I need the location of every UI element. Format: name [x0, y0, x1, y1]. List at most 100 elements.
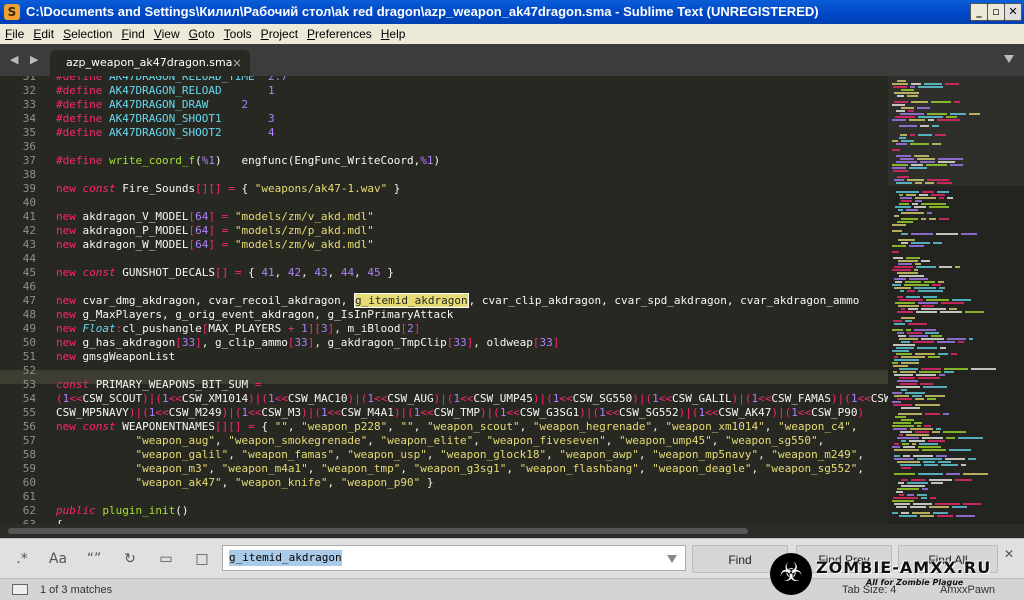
minimap-stroke — [894, 278, 906, 280]
code-line[interactable]: (1<<CSW_SCOUT)|(1<<CSW_XM1014)|(1<<CSW_M… — [56, 392, 888, 406]
code-line[interactable]: #define AK47DRAGON_SHOOT1 3 — [56, 112, 275, 126]
minimap-stroke — [916, 374, 936, 376]
minimap-stroke — [892, 512, 898, 514]
minimap-stroke — [920, 161, 935, 163]
minimap-stroke — [940, 347, 946, 349]
in-selection-toggle-button[interactable]: ▭ — [152, 547, 180, 571]
menu-find[interactable]: Find — [116, 24, 148, 44]
minimap-stroke — [897, 272, 918, 274]
code-line[interactable]: new g_has_akdragon[33], g_clip_ammo[33],… — [56, 336, 559, 350]
minimap-stroke — [937, 182, 952, 184]
minimap-stroke — [929, 506, 949, 508]
minimap-stroke — [893, 257, 903, 259]
code-line[interactable]: "weapon_galil", "weapon_famas", "weapon_… — [56, 448, 864, 462]
code-line[interactable]: new gmsgWeaponList — [56, 350, 175, 364]
code-line[interactable]: new akdragon_V_MODEL[64] = "models/zm/v_… — [56, 210, 374, 224]
menu-edit[interactable]: Edit — [28, 24, 58, 44]
code-line[interactable]: new akdragon_W_MODEL[64] = "models/zm/w_… — [56, 238, 374, 252]
tab-azp-weapon-ak47dragon[interactable]: azp_weapon_ak47dragon.sma × — [50, 50, 250, 76]
regex-toggle-button[interactable]: .* — [8, 547, 36, 571]
tab-list-dropdown-icon[interactable] — [1004, 55, 1014, 63]
code-line[interactable]: #define write_coord_f(%1) engfunc(EngFun… — [56, 154, 440, 168]
minimap-stroke — [911, 233, 933, 235]
minimap-stroke — [900, 431, 912, 433]
find-input[interactable]: g_itemid_akdragon — [222, 545, 686, 571]
minimap-stroke — [922, 191, 934, 193]
code-line[interactable]: #define AK47DRAGON_SHOOT2 4 — [56, 126, 275, 140]
code-line[interactable]: #define AK47DRAGON_DRAW 2 — [56, 98, 248, 112]
menu-tools[interactable]: Tools — [219, 24, 256, 44]
code-line[interactable]: "weapon_ak47", "weapon_knife", "weapon_p… — [56, 476, 433, 490]
minimap-stroke — [893, 170, 908, 172]
minimap-stroke — [922, 449, 946, 451]
whole-word-toggle-button[interactable]: “” — [80, 547, 108, 571]
menu-preferences[interactable]: Preferences — [302, 24, 376, 44]
minimap-stroke — [894, 455, 900, 457]
minimap-stroke — [908, 323, 927, 325]
tab-nav-arrows-icon[interactable]: ◀ ▶ — [10, 53, 42, 67]
menu-view[interactable]: View — [149, 24, 184, 44]
minimap-stroke — [900, 197, 912, 199]
horizontal-scrollbar[interactable] — [0, 524, 1024, 538]
code-line[interactable]: new cvar_dmg_akdragon, cvar_recoil_akdra… — [56, 293, 859, 308]
minimap-stroke — [944, 371, 954, 373]
minimize-button[interactable]: _ — [970, 3, 988, 21]
maximize-button[interactable]: ▫ — [987, 3, 1005, 21]
title-bar: S C:\Documents and Settings\Килил\Рабочи… — [0, 0, 1024, 24]
find-history-dropdown-icon[interactable] — [667, 555, 677, 563]
code-line[interactable]: #define AK47DRAGON_RELOAD_TIME 2.7 — [56, 76, 288, 84]
code-line[interactable]: new Float:cl_pushangle[MAX_PLAYERS + 1][… — [56, 322, 420, 336]
minimap-stroke — [892, 230, 902, 232]
minimap-stroke — [936, 233, 958, 235]
minimap-stroke — [914, 422, 922, 424]
menu-help[interactable]: Help — [376, 24, 410, 44]
minimap-stroke — [892, 119, 906, 121]
minimap-stroke — [901, 218, 918, 220]
horizontal-scrollbar-thumb[interactable] — [8, 528, 748, 534]
minimap-stroke — [901, 485, 925, 487]
minimap-stroke — [952, 299, 971, 301]
code-line[interactable]: new const WEAPONENTNAMES[][] = { "", "we… — [56, 420, 857, 434]
minimap-stroke — [905, 392, 925, 394]
code-line[interactable]: new const Fire_Sounds[][] = { "weapons/a… — [56, 182, 400, 196]
minimap-stroke — [949, 308, 957, 310]
minimap-stroke — [895, 416, 906, 418]
code-line[interactable]: new g_MaxPlayers, g_orig_event_akdragon,… — [56, 308, 453, 322]
code-line[interactable]: new const GUNSHOT_DECALS[] = { 41, 42, 4… — [56, 266, 394, 280]
minimap-stroke — [918, 116, 943, 118]
minimap-stroke — [933, 512, 948, 514]
code-line[interactable]: #define AK47DRAGON_RELOAD 1 — [56, 84, 275, 98]
watermark-slogan: All for Zombie Plague — [866, 578, 964, 587]
minimap-stroke — [892, 446, 900, 448]
code-line[interactable]: "weapon_aug", "weapon_smokegrenade", "we… — [56, 434, 824, 448]
minimap-stroke — [916, 311, 937, 313]
menu-file[interactable]: File — [0, 24, 28, 44]
minimap-stroke — [893, 428, 907, 430]
code-line[interactable]: const PRIMARY_WEAPONS_BIT_SUM = — [56, 378, 261, 392]
code-line[interactable]: "weapon_m3", "weapon_m4a1", "weapon_tmp"… — [56, 462, 864, 476]
menu-selection[interactable]: Selection — [58, 24, 116, 44]
code-editor[interactable]: 31 32 33 34 35 36 37 38 39 40 41 42 43 44 45 46 47 48 49 50… — [0, 76, 1024, 524]
code-line[interactable]: CSW_MP5NAVY)|(1<<CSW_M249)|(1<<CSW_M3)|(… — [56, 406, 864, 420]
code-line[interactable]: public plugin_init() — [56, 504, 188, 518]
code-area[interactable]: #define AK47DRAGON_RELOAD_TIME 2.7 #defin… — [56, 76, 888, 524]
minimap-stroke — [911, 479, 926, 481]
wrap-toggle-button[interactable]: ↻ — [116, 547, 144, 571]
minimap-stroke — [894, 458, 914, 460]
close-window-button[interactable]: ✕ — [1004, 3, 1022, 21]
menu-project[interactable]: Project — [256, 24, 302, 44]
minimap-stroke — [892, 245, 906, 247]
panel-toggle-icon[interactable] — [12, 584, 28, 595]
minimap-stroke — [893, 371, 897, 373]
minimap-stroke — [893, 422, 911, 424]
minimap-stroke — [899, 203, 909, 205]
case-sensitive-toggle-button[interactable]: Aa — [44, 547, 72, 571]
sublime-app-icon: S — [4, 4, 20, 20]
minimap-stroke — [894, 356, 898, 358]
code-line[interactable]: new akdragon_P_MODEL[64] = "models/zm/p_… — [56, 224, 374, 238]
minimap-stroke — [901, 317, 915, 319]
menu-goto[interactable]: Goto — [184, 24, 219, 44]
tab-close-icon[interactable]: × — [232, 50, 242, 76]
minimap[interactable] — [888, 76, 1024, 524]
highlight-matches-toggle-button[interactable]: □ — [188, 547, 216, 571]
